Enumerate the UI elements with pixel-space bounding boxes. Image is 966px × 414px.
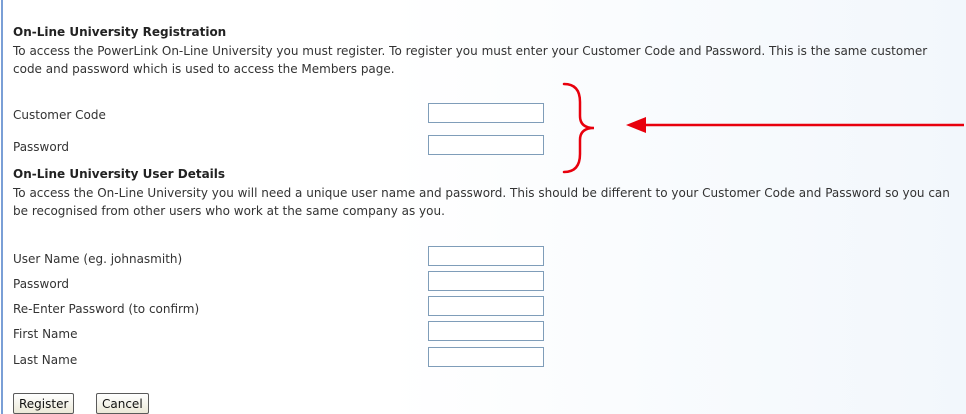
annotation-overlay — [562, 82, 964, 174]
left-arrow-icon — [626, 117, 964, 133]
curly-brace-icon — [562, 82, 595, 174]
